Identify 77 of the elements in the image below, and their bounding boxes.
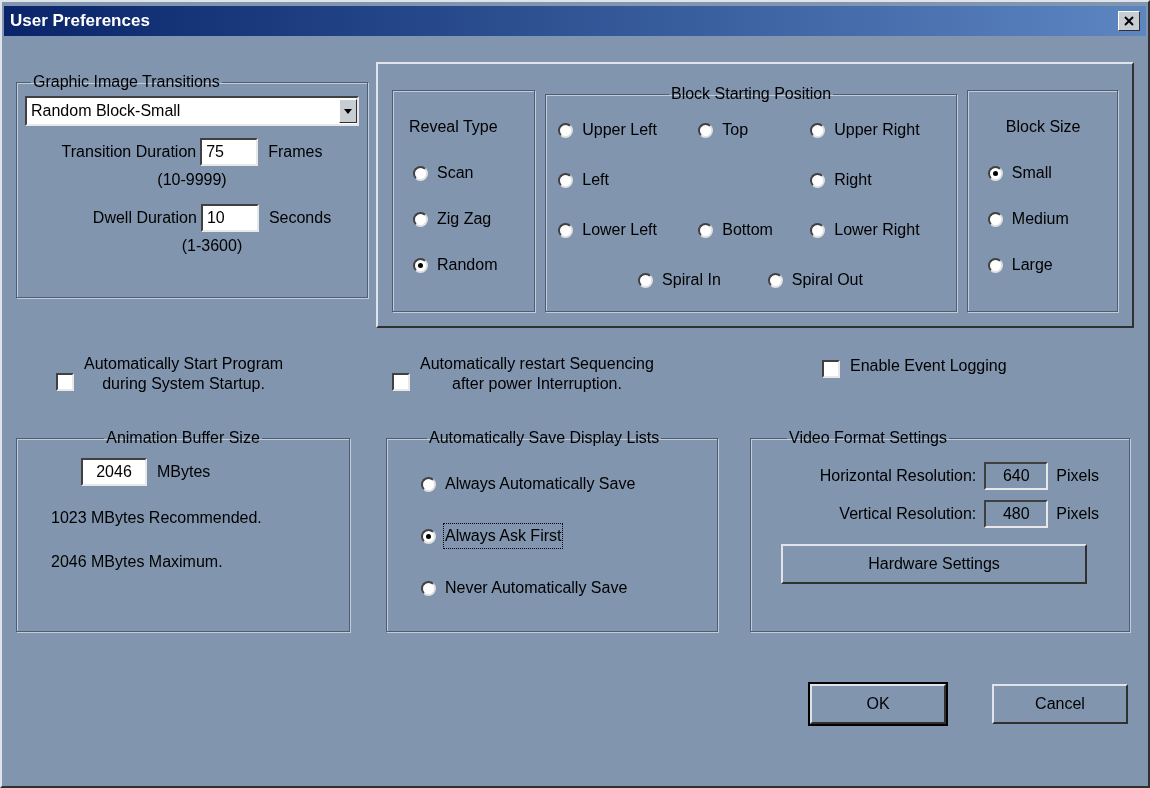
dropdown[interactable]: Random Block-Small xyxy=(25,96,359,126)
hardware-settings-button[interactable]: Hardware Settings xyxy=(781,544,1087,584)
radio-label: Small xyxy=(1010,163,1053,183)
buffer-note: 2046 MBytes Maximum. xyxy=(51,552,224,572)
unit-label: Frames xyxy=(268,142,323,162)
radio-label: Never Automatically Save xyxy=(444,578,629,598)
radio-label: Large xyxy=(1010,255,1054,275)
radio-label: Upper Left xyxy=(581,120,658,140)
radio-label: Random xyxy=(436,255,499,275)
radio-label: Top xyxy=(721,120,750,140)
unit-label: Seconds xyxy=(268,208,332,228)
radio-button[interactable] xyxy=(767,272,783,288)
radio-label: Bottom xyxy=(721,220,774,240)
radio-button[interactable] xyxy=(558,222,574,238)
buffer-note: 1023 MBytes Recommended. xyxy=(51,508,263,528)
radio-button[interactable] xyxy=(421,580,436,596)
caret-icon xyxy=(344,108,352,114)
input-field[interactable]: 75 xyxy=(200,138,259,166)
radio-button[interactable] xyxy=(558,122,574,138)
radio-label: Medium xyxy=(1010,209,1070,229)
checkbox[interactable] xyxy=(56,373,74,391)
dropdown-arrow-button[interactable] xyxy=(339,99,357,123)
radio-button[interactable] xyxy=(421,528,436,544)
radio-label: Right xyxy=(833,170,873,190)
dropdown-value: Random Block-Small xyxy=(30,101,182,121)
dialog-button[interactable]: Cancel xyxy=(992,684,1128,724)
radio-button[interactable] xyxy=(810,222,826,238)
radio-label: Always Automatically Save xyxy=(444,474,637,494)
unit-label: Pixels xyxy=(1056,504,1099,524)
radio-button[interactable] xyxy=(698,122,714,138)
field-label: Horizontal Resolution: xyxy=(819,466,977,486)
input-field[interactable]: 2046 xyxy=(81,458,147,486)
group-label: Graphic Image Transitions xyxy=(32,72,221,92)
radio-button[interactable] xyxy=(413,165,428,181)
unit-label: MBytes xyxy=(157,462,211,482)
radio-label: Scan xyxy=(436,163,475,183)
window-title: User Preferences xyxy=(10,10,151,33)
field-label: Transition Duration xyxy=(61,142,197,162)
radio-button[interactable] xyxy=(698,222,714,238)
group-label: Block Starting Position xyxy=(670,84,833,104)
checkbox[interactable] xyxy=(822,360,840,378)
radio-label: Zig Zag xyxy=(436,209,493,229)
input-field[interactable]: 10 xyxy=(200,204,259,232)
unit-label: Pixels xyxy=(1056,466,1099,486)
range-hint: (10-9999) xyxy=(157,170,227,190)
group-label: Automatically Save Display Lists xyxy=(428,428,661,448)
radio-button[interactable] xyxy=(987,165,1003,181)
radio-label: Upper Right xyxy=(833,120,921,140)
dialog-button[interactable]: OK xyxy=(810,684,946,724)
radio-button[interactable] xyxy=(810,122,826,138)
radio-button[interactable] xyxy=(558,172,574,188)
radio-button[interactable] xyxy=(413,257,428,273)
radio-label: Spiral In xyxy=(661,270,722,290)
group-label: Video Format Settings xyxy=(788,428,948,448)
radio-label: Spiral Out xyxy=(790,270,864,290)
radio-button[interactable] xyxy=(987,211,1003,227)
radio-label: Lower Right xyxy=(833,220,921,240)
box-title: Block Size xyxy=(1005,117,1081,137)
radio-label: Always Ask First xyxy=(444,524,563,548)
radio-button[interactable] xyxy=(638,272,654,288)
checkbox-label: Automatically Start Program during System Startup. xyxy=(84,354,284,394)
radio-button[interactable] xyxy=(421,476,436,492)
close-button[interactable] xyxy=(1118,11,1140,31)
radio-button[interactable] xyxy=(413,211,428,227)
field-label: Dwell Duration xyxy=(92,208,197,228)
checkbox-label: Enable Event Logging xyxy=(850,356,1007,376)
checkbox-label: Automatically restart Sequencing after power Interruption. xyxy=(420,354,654,394)
checkbox[interactable] xyxy=(392,373,410,391)
radio-button[interactable] xyxy=(987,257,1003,273)
radio-label: Left xyxy=(581,170,610,190)
group-label: Animation Buffer Size xyxy=(105,428,261,448)
radio-button[interactable] xyxy=(810,172,826,188)
field-label: Vertical Resolution: xyxy=(839,504,977,524)
radio-label: Lower Left xyxy=(581,220,658,240)
close-icon xyxy=(1124,16,1134,26)
box-title: Reveal Type xyxy=(409,117,498,137)
range-hint: (1-3600) xyxy=(181,236,243,256)
